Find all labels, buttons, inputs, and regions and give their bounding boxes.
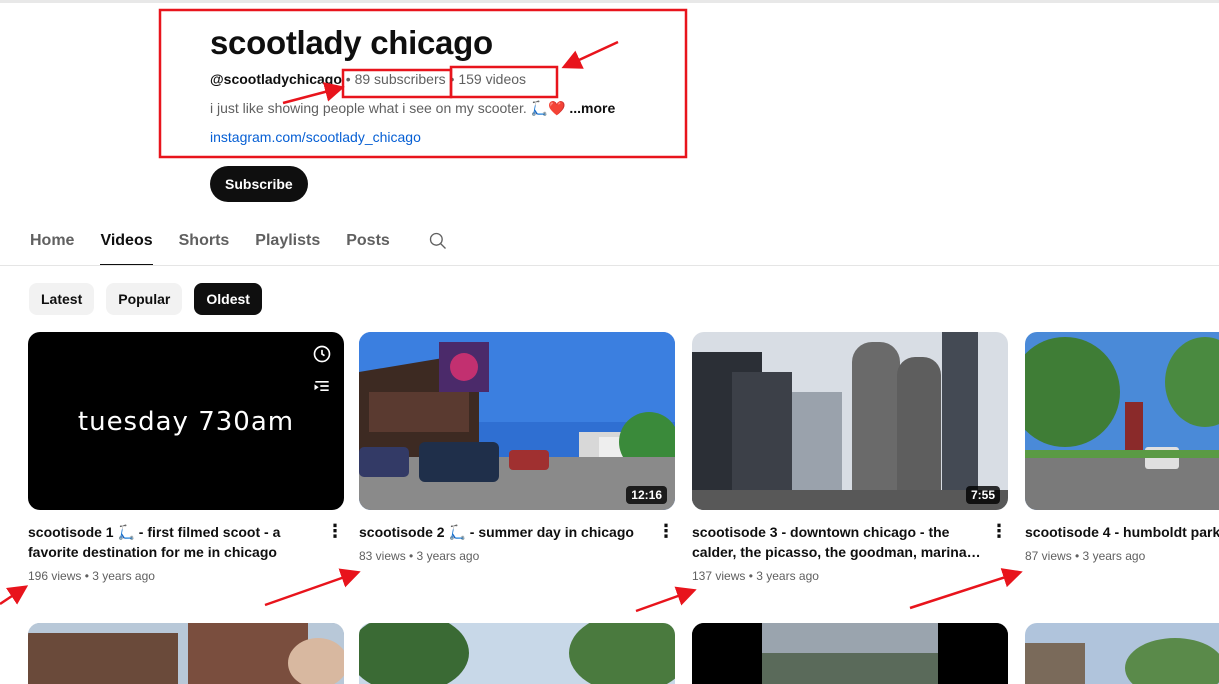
video-title[interactable]: scootisode 4 - humboldt park [1025,522,1219,542]
video-count: 159 videos [458,71,527,87]
search-icon[interactable] [428,231,448,251]
video-meta: 137 views • 3 years ago [692,569,819,583]
video-thumbnail[interactable] [1025,332,1219,510]
channel-name: scootlady chicago [210,24,493,61]
chip-latest[interactable]: Latest [29,283,95,315]
video-thumbnail[interactable] [692,623,1008,684]
video-meta: 87 views • 3 years ago [1025,549,1146,563]
video-title[interactable]: scootisode 3 - downtown chicago - the ca… [692,522,984,562]
more-link[interactable]: ...more [569,100,615,116]
add-to-queue-icon[interactable] [312,376,332,396]
video-meta: 83 views • 3 years ago [359,549,480,563]
tab-shorts[interactable]: Shorts [179,222,230,266]
street-scene-image [359,332,675,510]
video-duration: 7:55 [965,486,1000,504]
annotation-arrow [635,586,697,613]
meta-separator: • [345,71,351,87]
video-thumbnail[interactable]: tuesday 730am [28,332,344,510]
video-thumbnail[interactable] [1025,623,1219,684]
tab-posts[interactable]: Posts [346,222,390,266]
description-text: i just like showing people what i see on… [210,100,566,116]
row2-thumb-image [28,623,344,684]
more-actions-icon[interactable]: ⋮ [320,522,344,562]
sort-chips: Latest Popular Oldest [29,283,262,315]
video-duration: 12:16 [626,486,667,504]
chip-popular[interactable]: Popular [106,283,183,315]
video-card[interactable]: tuesday 730am scootisode 1 🛴 - first fil… [28,332,344,585]
row2-thumb-image [1025,623,1219,684]
meta-separator: • [449,71,455,87]
channel-meta: @scootladychicago • 89 subscribers • 159… [210,69,910,89]
row2-thumb-image [692,623,1008,684]
channel-tabs: Home Videos Shorts Playlists Posts [30,222,448,266]
video-thumbnail[interactable] [359,623,675,684]
watch-later-icon[interactable] [312,344,332,364]
video-thumbnail[interactable]: 7:55 [692,332,1008,510]
more-actions-icon[interactable]: ⋮ [984,522,1008,562]
chip-oldest[interactable]: Oldest [194,283,262,315]
top-strip [0,0,1219,3]
channel-description[interactable]: i just like showing people what i see on… [210,98,910,118]
video-card[interactable]: scootisode 4 - humboldt park 87 views • … [1025,332,1219,565]
row2-thumb-image [359,623,675,684]
video-thumbnail[interactable] [28,623,344,684]
thumbnail-text: tuesday 730am [77,407,295,437]
video-title[interactable]: scootisode 1 🛴 - first filmed scoot - a … [28,522,320,562]
tab-videos[interactable]: Videos [100,222,153,266]
video-thumbnail[interactable]: 12:16 [359,332,675,510]
park-scene-image [1025,332,1219,510]
subscriber-count: 89 subscribers [354,71,446,87]
tab-home[interactable]: Home [30,222,74,266]
tabs-divider [0,265,1219,266]
more-actions-icon[interactable]: ⋮ [651,522,675,542]
subscribe-button[interactable]: Subscribe [210,166,308,202]
annotation-arrow [0,585,29,606]
downtown-towers-image [692,332,1008,510]
channel-handle[interactable]: @scootladychicago [210,71,342,87]
video-title[interactable]: scootisode 2 🛴 - summer day in chicago [359,522,651,542]
video-card[interactable]: 7:55 scootisode 3 - downtown chicago - t… [692,332,1008,585]
tab-playlists[interactable]: Playlists [255,222,320,266]
video-card[interactable]: 12:16 scootisode 2 🛴 - summer day in chi… [359,332,675,565]
video-meta: 196 views • 3 years ago [28,569,155,583]
channel-header: scootlady chicago @scootladychicago • 89… [210,22,910,147]
instagram-link[interactable]: instagram.com/scootlady_chicago [210,127,910,147]
